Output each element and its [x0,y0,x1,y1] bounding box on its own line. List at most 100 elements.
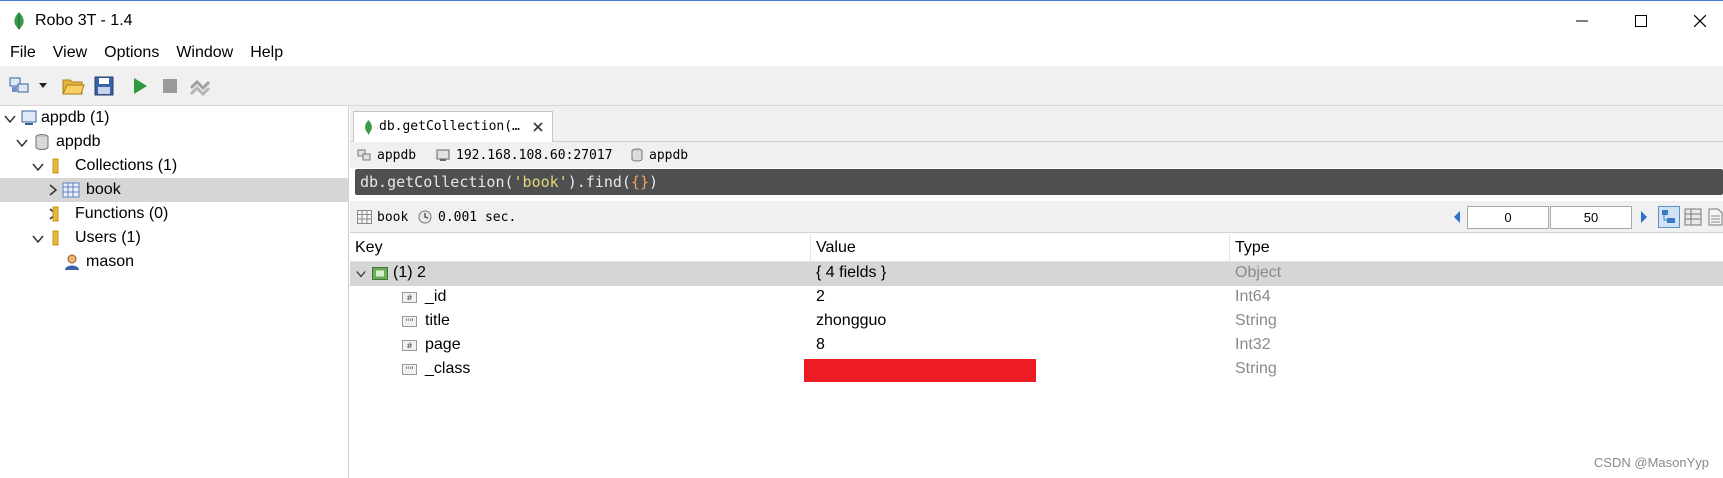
tree-label-users: Users (1) [75,229,141,246]
tree-node-user-mason[interactable]: mason [0,250,349,274]
mongodb-leaf-icon [365,120,372,135]
explorer-tree: appdb (1) appdb Collections (1) book Fun… [0,106,349,478]
skip-input[interactable]: 0 [1467,206,1549,229]
table-row[interactable]: # page 8 Int32 [350,334,1723,358]
minimize-button[interactable] [1567,9,1597,33]
result-toolbar: book 0.001 sec. 0 50 [350,201,1723,233]
tree-node-database[interactable]: appdb [0,130,349,154]
collection-table-icon [357,210,372,224]
limit-input[interactable]: 50 [1550,206,1632,229]
tree-node-collections[interactable]: Collections (1) [0,154,349,178]
database-icon [35,134,49,150]
row-key: title [425,312,450,329]
close-window-button[interactable] [1685,9,1715,33]
save-button[interactable] [92,74,116,98]
table-row[interactable]: "" _class String [350,358,1723,382]
tree-label-book: book [86,181,121,198]
menu-options[interactable]: Options [104,44,159,62]
close-tab-icon[interactable] [533,122,543,132]
tree-view-button[interactable] [1658,206,1680,228]
tree-node-collection-book[interactable]: book [0,178,349,202]
chevron-down-icon[interactable] [32,161,44,173]
table-view-icon[interactable] [1684,208,1702,226]
chevron-down-icon[interactable] [356,269,366,279]
row-value: 8 [816,336,825,353]
menu-window[interactable]: Window [176,44,233,62]
maximize-button[interactable] [1626,9,1656,33]
query-editor[interactable]: db.getCollection('book').find({}) [355,169,1723,195]
string-field-icon: "" [402,316,417,327]
server-icon [21,110,37,125]
previous-page-icon[interactable] [1453,211,1461,223]
grid-header: Key Value Type [350,234,1723,262]
folder-icon [52,206,59,222]
svg-text:"": "" [405,318,413,327]
row-key: _id [425,288,447,305]
row-type: Int32 [1235,336,1271,353]
column-header-value[interactable]: Value [811,234,1230,262]
text-view-icon[interactable] [1708,208,1723,226]
collection-table-icon [62,182,80,198]
database-name: appdb [649,148,689,163]
execution-time: 0.001 sec. [438,210,517,225]
menu-help[interactable]: Help [250,44,283,62]
result-collection: book [377,210,409,225]
close-icon [1694,15,1706,27]
column-header-key[interactable]: Key [350,234,811,262]
connection-name: appdb [377,148,417,163]
document-object-icon [372,267,388,280]
chevron-down-icon[interactable] [32,233,44,245]
database-icon [631,148,643,162]
tree-node-functions[interactable]: Functions (0) [0,202,349,226]
column-header-type[interactable]: Type [1230,234,1723,262]
next-page-icon[interactable] [1640,211,1648,223]
tree-label-mason: mason [86,253,135,270]
server-address: 192.168.108.60:27017 [456,148,613,163]
row-value: { 4 fields } [816,264,887,281]
table-row[interactable]: "" title zhongguo String [350,310,1723,334]
connect-dropdown-icon[interactable] [38,82,48,90]
chevron-down-icon[interactable] [4,113,16,125]
connection-icon [357,149,371,161]
folder-icon [52,230,59,246]
execute-button[interactable] [128,74,152,98]
redaction-box [804,359,1036,382]
user-icon [65,254,79,270]
chevron-down-icon[interactable] [16,137,28,149]
tree-node-users[interactable]: Users (1) [0,226,349,250]
window-title: Robo 3T - 1.4 [35,12,133,29]
table-row[interactable]: # _id 2 Int64 [350,286,1723,310]
row-type: Object [1235,264,1282,281]
connection-bar: appdb 192.168.108.60:27017 appdb [350,142,1723,168]
query-text: db.getCollection('book').find({}) [360,173,659,191]
toolbar [0,66,1723,106]
tree-label-database: appdb [56,133,101,150]
tree-node-connection[interactable]: appdb (1) [0,106,349,130]
connect-button[interactable] [8,74,32,98]
chevron-right-icon[interactable] [47,184,59,196]
menu-file[interactable]: File [10,44,36,62]
number-field-icon: # [402,340,417,351]
row-type: String [1235,312,1277,329]
folder-icon [52,158,59,174]
clock-icon [418,210,432,224]
svg-text:#: # [406,342,413,351]
tree-label-functions: Functions (0) [75,205,169,222]
tab-bar: db.getCollection(… [350,106,1723,142]
tab-query[interactable]: db.getCollection(… [353,111,553,142]
tree-label-connection: appdb (1) [41,109,110,126]
menu-view[interactable]: View [53,44,87,62]
interrupt-button[interactable] [188,74,212,98]
svg-text:"": "" [405,366,413,375]
title-bar: Robo 3T - 1.4 [0,0,1723,40]
robo3t-leaf-icon [14,12,24,30]
open-folder-button[interactable] [61,74,85,98]
tree-label-collections: Collections (1) [75,157,178,174]
string-field-icon: "" [402,364,417,375]
table-row[interactable]: (1) 2 { 4 fields } Object [350,262,1723,286]
server-icon [436,149,450,161]
menu-bar: File View Options Window Help [0,40,300,66]
stop-button[interactable] [158,74,182,98]
watermark: CSDN @MasonYyp [1593,455,1709,470]
row-value: zhongguo [816,312,887,329]
